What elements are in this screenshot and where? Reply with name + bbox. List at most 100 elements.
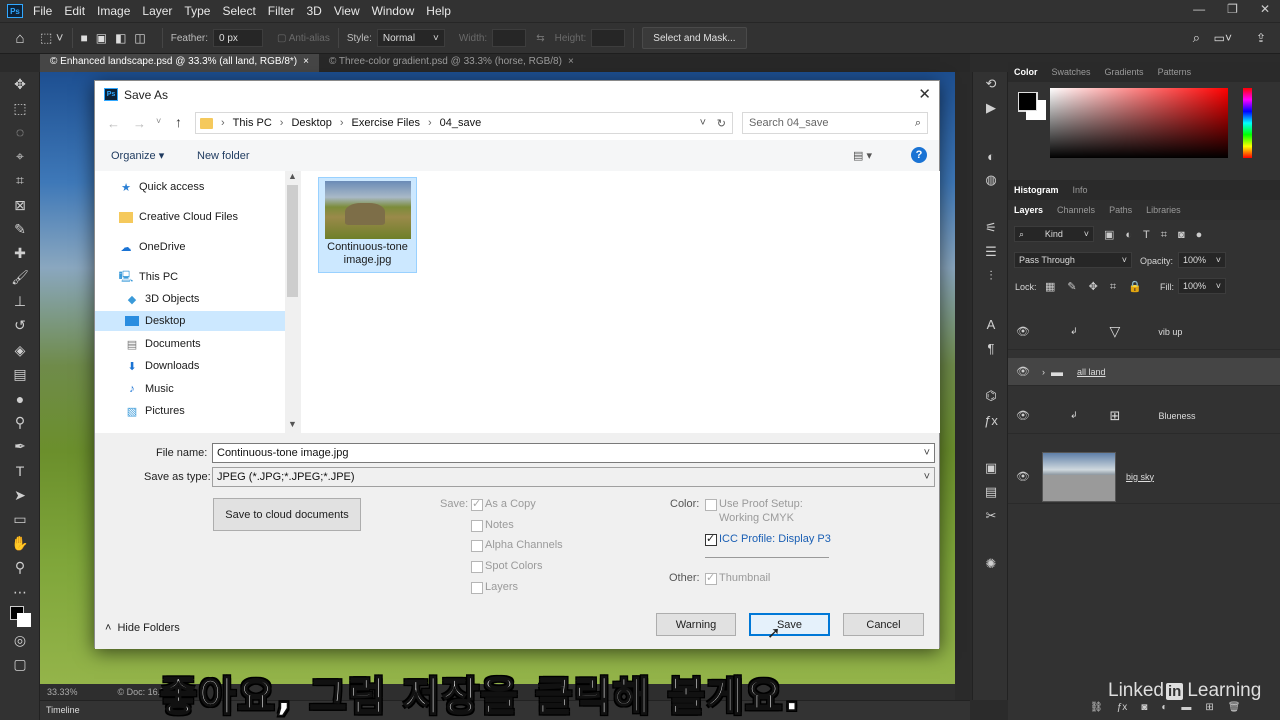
- tab-channels[interactable]: Channels: [1057, 205, 1095, 215]
- recent-dropdown-icon[interactable]: ˅: [156, 116, 161, 126]
- save-to-cloud-button[interactable]: Save to cloud documents: [213, 498, 361, 531]
- lasso-tool-icon[interactable]: ◌: [0, 120, 40, 144]
- eye-icon[interactable]: 👁: [1008, 409, 1038, 422]
- link-icon[interactable]: ⛓: [1090, 702, 1103, 718]
- blend-mode-select[interactable]: Pass Through ˅: [1014, 252, 1132, 268]
- menu-help[interactable]: Help: [426, 4, 451, 18]
- marquee-preset-icon[interactable]: ⬚ ˅: [40, 30, 64, 46]
- tab-patterns[interactable]: Patterns: [1158, 67, 1192, 77]
- workspace-icon[interactable]: ▭˅: [1214, 31, 1232, 45]
- adjustments-icon[interactable]: ◐: [973, 144, 1009, 168]
- new-folder-button[interactable]: New folder: [197, 150, 250, 162]
- breadcrumb-this-pc[interactable]: This PC: [233, 117, 272, 129]
- marquee-tool-icon[interactable]: ⬚: [0, 96, 40, 120]
- properties-icon[interactable]: ☰: [973, 240, 1009, 264]
- brush-settings-icon[interactable]: ⚟: [973, 216, 1009, 240]
- tab-swatches[interactable]: Swatches: [1052, 67, 1091, 77]
- gradient-tool-icon[interactable]: ▤: [0, 362, 40, 386]
- healing-brush-icon[interactable]: ✚: [0, 241, 40, 265]
- thumbnail-checkbox[interactable]: [705, 571, 717, 585]
- file-name-input[interactable]: Continuous-tone image.jpg ˅: [212, 443, 935, 463]
- as-copy-checkbox[interactable]: [471, 497, 483, 511]
- menu-edit[interactable]: Edit: [64, 4, 85, 18]
- icc-profile-checkbox[interactable]: [705, 532, 717, 546]
- tab-libraries[interactable]: Libraries: [1146, 205, 1181, 215]
- rectangle-tool-icon[interactable]: ▭: [0, 507, 40, 531]
- search-input[interactable]: Search 04_save ⌕: [742, 112, 928, 134]
- layer-filter-kind[interactable]: ⌕ Kind ˅: [1014, 226, 1094, 242]
- help-icon[interactable]: ?: [911, 147, 927, 163]
- dodge-tool-icon[interactable]: ⚲: [0, 411, 40, 435]
- proof-setup-checkbox[interactable]: [705, 499, 717, 511]
- type-tool-icon[interactable]: T: [0, 459, 40, 483]
- home-icon[interactable]: ⌂: [0, 30, 40, 47]
- back-arrow-icon[interactable]: ←: [107, 116, 120, 131]
- notes-checkbox[interactable]: [471, 520, 483, 532]
- save-button[interactable]: Save: [749, 613, 830, 636]
- nav-creative-cloud[interactable]: Creative Cloud Files: [119, 207, 238, 227]
- menu-select[interactable]: Select: [222, 4, 255, 18]
- menu-image[interactable]: Image: [97, 4, 130, 18]
- tab-paths[interactable]: Paths: [1109, 205, 1132, 215]
- color-picker-field[interactable]: [1050, 88, 1228, 158]
- eye-icon[interactable]: 👁: [1008, 470, 1038, 483]
- style-select[interactable]: Normal ˅: [376, 29, 445, 47]
- menu-window[interactable]: Window: [372, 4, 415, 18]
- history-brush-icon[interactable]: ↺: [0, 314, 40, 338]
- close-window-button[interactable]: ✕: [1260, 2, 1270, 16]
- up-arrow-icon[interactable]: ↑: [175, 114, 182, 130]
- trash-icon[interactable]: 🗑: [1228, 702, 1241, 718]
- warning-button[interactable]: Warning: [656, 613, 736, 636]
- fill-input[interactable]: 100% ˅: [1178, 278, 1226, 294]
- view-options-icon[interactable]: ▤ ▾: [853, 149, 872, 162]
- blur-tool-icon[interactable]: ●: [0, 386, 40, 410]
- quick-mask-icon[interactable]: ◎: [0, 628, 40, 652]
- eraser-tool-icon[interactable]: ◈: [0, 338, 40, 362]
- select-and-mask-button[interactable]: Select and Mask...: [642, 27, 747, 49]
- adjustment-icon[interactable]: ◐: [1161, 702, 1167, 718]
- notes-icon[interactable]: ▤: [973, 480, 1009, 504]
- alpha-channels-checkbox[interactable]: [471, 540, 483, 552]
- glyphs-icon[interactable]: ✺: [973, 552, 1009, 576]
- pen-tool-icon[interactable]: ✒: [0, 435, 40, 459]
- nav-documents[interactable]: ▤ Documents: [125, 334, 201, 354]
- breadcrumb-exercise-files[interactable]: Exercise Files: [352, 117, 420, 129]
- quick-select-tool-icon[interactable]: ⌖: [0, 145, 40, 169]
- libraries-icon[interactable]: ▣: [973, 456, 1009, 480]
- opacity-input[interactable]: 100% ˅: [1178, 252, 1226, 268]
- eye-icon[interactable]: 👁: [1008, 365, 1038, 378]
- layer-row[interactable]: 👁 big sky: [1008, 450, 1280, 504]
- hand-tool-icon[interactable]: ✋: [0, 532, 40, 556]
- chevron-right-icon[interactable]: ›: [1042, 367, 1045, 377]
- paragraph-icon[interactable]: ¶: [973, 336, 1009, 360]
- scroll-down-icon[interactable]: ▼: [288, 419, 297, 429]
- menu-type[interactable]: Type: [184, 4, 210, 18]
- nav-onedrive[interactable]: ☁ OneDrive: [119, 237, 186, 257]
- save-type-select[interactable]: JPEG (*.JPG;*.JPEG;*.JPE) ˅: [212, 467, 935, 487]
- nav-pictures[interactable]: ▧ Pictures: [125, 401, 185, 421]
- brush-tool-icon[interactable]: 🖌: [0, 266, 40, 290]
- layer-row[interactable]: 👁 ↲ ⊞ Blueness: [1008, 398, 1280, 434]
- close-icon[interactable]: ×: [303, 56, 309, 70]
- eyedropper-tool-icon[interactable]: ✎: [0, 217, 40, 241]
- canvas-scrollbar[interactable]: [955, 72, 970, 700]
- menu-layer[interactable]: Layer: [142, 4, 172, 18]
- layers-checkbox[interactable]: [471, 582, 483, 594]
- restore-button[interactable]: ❐: [1227, 2, 1238, 16]
- share-icon[interactable]: ⇪: [1256, 31, 1266, 45]
- nav-scrollbar[interactable]: ▲ ▼: [285, 171, 300, 433]
- clone-stamp-icon[interactable]: ⊥: [0, 290, 40, 314]
- crop-tool-icon[interactable]: ⌗: [0, 169, 40, 193]
- tools-icon[interactable]: ✂: [973, 504, 1009, 528]
- group-icon[interactable]: ▬: [1181, 702, 1191, 718]
- hide-folders-button[interactable]: ˄ Hide Folders: [105, 622, 180, 634]
- selection-mode-icons[interactable]: ■▣◧◫: [81, 31, 154, 45]
- menu-filter[interactable]: Filter: [268, 4, 295, 18]
- spot-colors-checkbox[interactable]: [471, 561, 483, 573]
- antialias-checkbox[interactable]: ▢ Anti-alias: [277, 33, 330, 44]
- cancel-button[interactable]: Cancel: [843, 613, 924, 636]
- feather-input[interactable]: 0 px: [213, 29, 264, 47]
- tab-color[interactable]: Color: [1014, 67, 1038, 77]
- breadcrumb-desktop[interactable]: Desktop: [291, 117, 331, 129]
- nav-music[interactable]: ♪ Music: [125, 379, 173, 399]
